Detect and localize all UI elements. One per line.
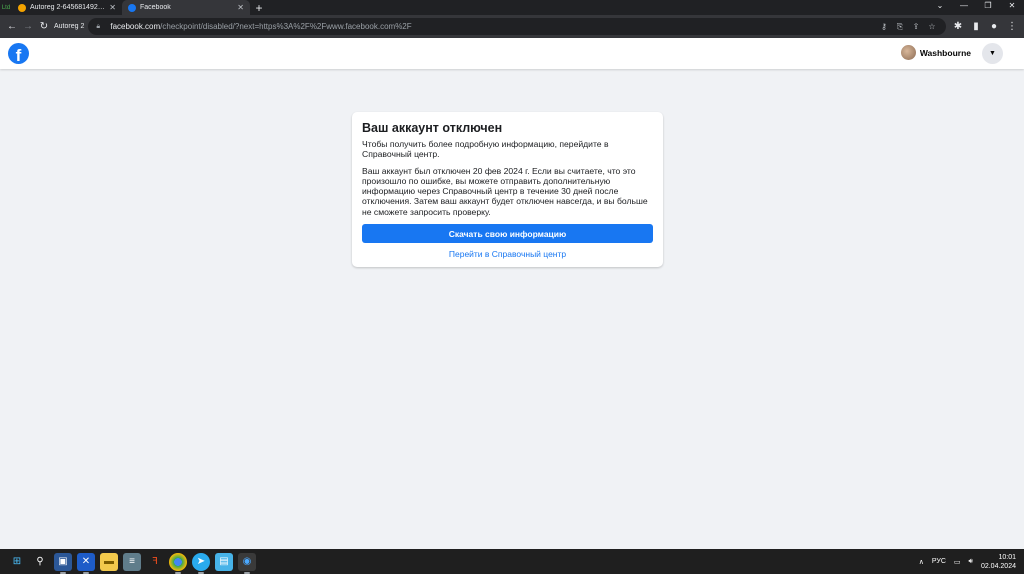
- url-text: facebook.com/checkpoint/disabled/?next=h…: [110, 22, 411, 31]
- pinned-tab[interactable]: Ltd: [0, 0, 12, 15]
- forward-arrow-icon[interactable]: →: [20, 19, 36, 35]
- account-disabled-card: Ваш аккаунт отключен Чтобы получить боле…: [352, 112, 663, 267]
- autoreg-favicon-icon: [18, 3, 26, 12]
- account-menu-button[interactable]: ▼: [982, 43, 1003, 64]
- browser-toolbar: ← → ↻ Autoreg 2 🔒︎ facebook.com/checkpoi…: [0, 15, 1024, 38]
- windows-taskbar: ⊞ ⚲ ▣ ✕ ▬ ≡ ꟻ ➤ ▤ ◉ ∧ РУС ▭ 🔊︎ 10:01 02.…: [0, 549, 1024, 574]
- tab-title: Autoreg 2-64568149218;PRBSh: [30, 4, 106, 11]
- share-icon[interactable]: ⇪: [910, 22, 922, 32]
- tab-autoreg[interactable]: Autoreg 2-64568149218;PRBSh ✕: [12, 0, 122, 15]
- translate-icon[interactable]: ⎘: [894, 22, 906, 32]
- browser-tab-strip: Ltd Autoreg 2-64568149218;PRBSh ✕ Facebo…: [0, 0, 1024, 15]
- tab-facebook[interactable]: Facebook ✕: [122, 0, 250, 15]
- more-menu-icon[interactable]: ⋮: [1004, 19, 1020, 35]
- profile-icon[interactable]: ●: [986, 19, 1002, 35]
- caret-down-icon: ▼: [989, 50, 996, 57]
- network-icon[interactable]: ▭: [954, 558, 961, 566]
- tab-search-icon[interactable]: ⌄: [928, 0, 952, 12]
- extension-icons: ✱ ▮ ● ⋮: [950, 19, 1020, 35]
- reload-icon[interactable]: ↻: [36, 19, 52, 35]
- download-information-button[interactable]: Скачать свою информацию: [362, 224, 653, 244]
- restore-button[interactable]: ❐: [976, 0, 1000, 12]
- tab-title: Facebook: [140, 4, 171, 11]
- file-explorer-icon[interactable]: ▬: [100, 552, 118, 571]
- chrome-icon[interactable]: [169, 552, 187, 574]
- browser-icon[interactable]: ◉: [238, 552, 256, 574]
- volume-icon[interactable]: 🔊︎: [969, 558, 973, 566]
- window-controls: ⌄ — ❐ ✕: [928, 0, 1024, 12]
- minimize-button[interactable]: —: [952, 0, 976, 12]
- app-icon[interactable]: ▣: [54, 552, 72, 574]
- notes-icon[interactable]: ≡: [123, 552, 141, 571]
- taskbar-apps: ⊞ ⚲ ▣ ✕ ▬ ≡ ꟻ ➤ ▤ ◉: [8, 552, 256, 574]
- clock-date: 02.04.2024: [980, 562, 1016, 570]
- chevron-up-icon[interactable]: ∧: [919, 558, 924, 566]
- key-icon[interactable]: ⚷: [878, 22, 890, 32]
- clock-time: 10:01: [998, 553, 1016, 561]
- side-panel-icon[interactable]: ▮: [968, 19, 984, 35]
- tab-close-icon[interactable]: ✕: [237, 3, 244, 12]
- close-window-button[interactable]: ✕: [1000, 0, 1024, 12]
- disabled-details-paragraph: Ваш аккаунт был отключен 20 фев 2024 г. …: [362, 165, 648, 217]
- tab-close-icon[interactable]: ✕: [109, 3, 116, 12]
- system-tray: ∧ РУС ▭ 🔊︎ 10:01 02.04.2024: [919, 553, 1024, 571]
- username[interactable]: Washbourne: [920, 48, 971, 58]
- notepad-icon[interactable]: ▤: [215, 552, 233, 571]
- search-icon[interactable]: ⚲: [31, 553, 49, 571]
- info-paragraph: Чтобы получить более подробную информаци…: [362, 139, 609, 160]
- language-indicator[interactable]: РУС: [932, 558, 946, 565]
- lock-icon[interactable]: 🔒︎: [96, 23, 106, 31]
- facebook-logo-icon[interactable]: f: [8, 43, 29, 64]
- facebook-favicon-icon: [128, 3, 136, 12]
- card-title: Ваш аккаунт отключен: [362, 121, 503, 135]
- telegram-icon[interactable]: ➤: [192, 552, 210, 574]
- figma-icon[interactable]: ꟻ: [146, 553, 164, 571]
- windows-start-icon[interactable]: ⊞: [8, 553, 26, 571]
- clock[interactable]: 10:01 02.04.2024: [981, 553, 1016, 571]
- avatar[interactable]: [900, 45, 916, 60]
- new-tab-button[interactable]: +: [250, 0, 268, 15]
- extensions-puzzle-icon[interactable]: ✱: [950, 19, 966, 35]
- url-host: facebook.com: [110, 22, 161, 31]
- bookmark-star-icon[interactable]: ☆: [926, 22, 938, 32]
- profile-chip[interactable]: Autoreg 2: [54, 23, 84, 30]
- user-profile-link[interactable]: Washbourne: [900, 45, 971, 60]
- facebook-header: f Washbourne ▼: [0, 38, 1024, 69]
- address-bar[interactable]: 🔒︎ facebook.com/checkpoint/disabled/?nex…: [88, 18, 946, 35]
- pinned-tab-label: Ltd: [1, 4, 11, 11]
- back-arrow-icon[interactable]: ←: [4, 19, 20, 35]
- help-center-link[interactable]: Перейти в Справочный центр: [362, 249, 653, 259]
- autoreg-icon[interactable]: ✕: [77, 552, 95, 574]
- omnibox-icons: ⚷ ⎘ ⇪ ☆: [878, 22, 938, 32]
- url-path: /checkpoint/disabled/?next=https%3A%2F%2…: [160, 22, 412, 31]
